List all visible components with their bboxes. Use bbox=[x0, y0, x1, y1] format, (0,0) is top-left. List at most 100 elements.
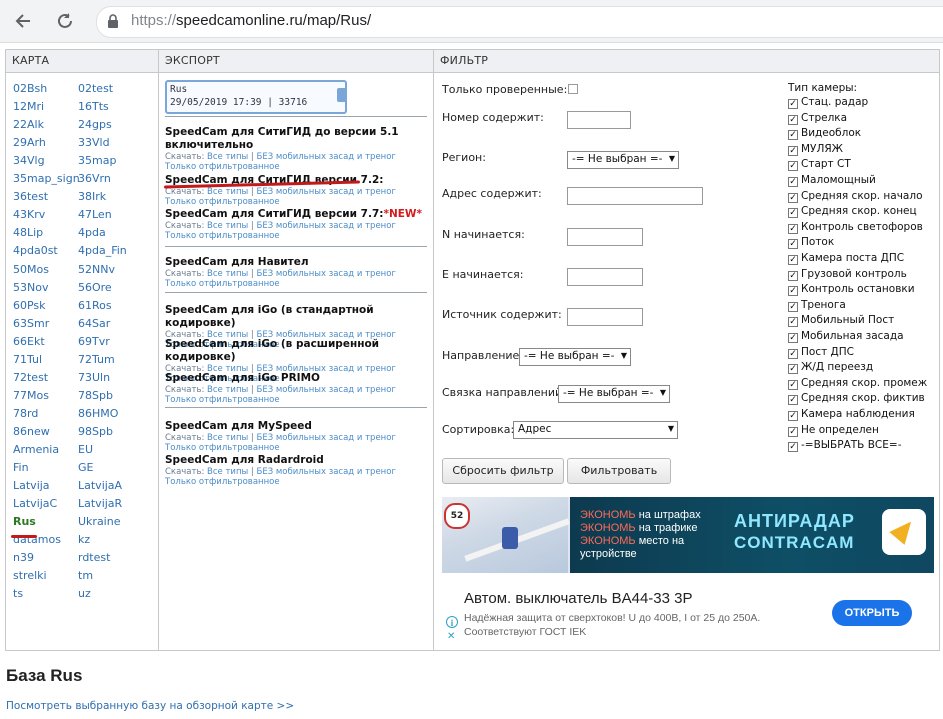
map-link[interactable]: 72test bbox=[13, 371, 48, 384]
filtered-only-link[interactable]: Только отфильтрованное bbox=[165, 197, 280, 207]
map-link[interactable]: 33Vld bbox=[78, 136, 110, 149]
map-link[interactable]: 66Ekt bbox=[13, 335, 45, 348]
camera-type-option[interactable]: ✓ Не определен bbox=[788, 424, 879, 437]
sort-select[interactable]: Адрес bbox=[513, 421, 678, 439]
map-link[interactable]: 63Smr bbox=[13, 317, 49, 330]
map-link[interactable]: 86new bbox=[13, 425, 50, 438]
map-link[interactable]: 56Ore bbox=[78, 281, 112, 294]
camera-type-option[interactable]: ✓ -=ВЫБРАТЬ ВСЕ=- bbox=[788, 439, 901, 452]
map-link[interactable]: 12Mri bbox=[13, 100, 44, 113]
map-link[interactable]: 61Ros bbox=[78, 299, 112, 312]
camera-type-option[interactable]: ✓ Маломощный bbox=[788, 174, 876, 187]
checkmark-icon[interactable]: ✓ bbox=[788, 349, 798, 359]
map-link[interactable]: Ukraine bbox=[78, 515, 120, 528]
map-link[interactable]: Fin bbox=[13, 461, 29, 474]
address-bar[interactable]: https://speedcamonline.ru/map/Rus/ bbox=[96, 6, 943, 38]
checkmark-icon[interactable]: ✓ bbox=[788, 333, 798, 343]
camera-type-option[interactable]: ✓ Грузовой контроль bbox=[788, 268, 907, 281]
camera-type-option[interactable]: ✓ Средняя скор. начало bbox=[788, 190, 923, 203]
filtered-only-link[interactable]: Только отфильтрованное bbox=[165, 231, 280, 241]
map-link[interactable]: rdtest bbox=[78, 551, 110, 564]
map-link[interactable]: kz bbox=[78, 533, 90, 546]
all-types-link[interactable]: Все типы bbox=[207, 385, 248, 395]
map-link[interactable]: 47Len bbox=[78, 208, 112, 221]
map-link[interactable]: 4pda bbox=[78, 226, 106, 239]
reset-filter-button[interactable]: Сбросить фильтр bbox=[442, 458, 564, 484]
camera-type-option[interactable]: ✓ Камера наблюдения bbox=[788, 408, 915, 421]
map-link[interactable]: LatvijaC bbox=[13, 497, 57, 510]
checkmark-icon[interactable]: ✓ bbox=[788, 302, 798, 312]
checkmark-icon[interactable]: ✓ bbox=[788, 193, 798, 203]
no-mobile-link[interactable]: БЕЗ мобильных засад и треног bbox=[257, 152, 396, 162]
all-types-link[interactable]: Все типы bbox=[207, 187, 248, 197]
map-link[interactable]: 02Bsh bbox=[13, 82, 47, 95]
map-link[interactable]: Latvija bbox=[13, 479, 50, 492]
camera-type-option[interactable]: ✓ Средняя скор. фиктив bbox=[788, 392, 925, 405]
map-link[interactable]: 48Lip bbox=[13, 226, 43, 239]
close-icon[interactable]: ✕ bbox=[447, 631, 455, 642]
apply-filter-button[interactable]: Фильтровать bbox=[567, 458, 671, 484]
map-link[interactable]: 38Irk bbox=[78, 190, 106, 203]
camera-type-option[interactable]: ✓ Средняя скор. конец bbox=[788, 205, 917, 218]
map-link[interactable]: Rus bbox=[13, 515, 36, 528]
map-link[interactable]: strelki bbox=[13, 569, 47, 582]
checkmark-icon[interactable]: ✓ bbox=[788, 427, 798, 437]
checkmark-icon[interactable]: ✓ bbox=[788, 99, 798, 109]
map-link[interactable]: 35map bbox=[78, 154, 116, 167]
camera-type-option[interactable]: ✓ Мобильный Пост bbox=[788, 314, 894, 327]
map-link[interactable]: LatvijaR bbox=[78, 497, 122, 510]
filtered-only-link[interactable]: Только отфильтрованное bbox=[165, 443, 280, 453]
checkmark-icon[interactable]: ✓ bbox=[788, 208, 798, 218]
checkmark-icon[interactable]: ✓ bbox=[788, 239, 798, 249]
no-mobile-link[interactable]: БЕЗ мобильных засад и треног bbox=[257, 385, 396, 395]
map-link[interactable]: 72Tum bbox=[78, 353, 115, 366]
map-link[interactable]: n39 bbox=[13, 551, 34, 564]
checkmark-icon[interactable]: ✓ bbox=[788, 364, 798, 374]
map-link[interactable]: 71Tul bbox=[13, 353, 42, 366]
map-link[interactable]: 78Spb bbox=[78, 389, 113, 402]
map-link[interactable]: 53Nov bbox=[13, 281, 48, 294]
map-link[interactable]: 36Vrn bbox=[78, 172, 111, 185]
address-input[interactable] bbox=[567, 187, 703, 205]
reload-icon[interactable] bbox=[52, 8, 78, 34]
only-verified-checkbox[interactable] bbox=[568, 84, 578, 94]
camera-type-option[interactable]: ✓ Средняя скор. промеж bbox=[788, 377, 927, 390]
overview-map-link[interactable]: Посмотреть выбранную базу на обзорной ка… bbox=[6, 700, 294, 712]
map-link[interactable]: 52NNv bbox=[78, 263, 115, 276]
map-link[interactable]: 29Arh bbox=[13, 136, 46, 149]
checkmark-icon[interactable]: ✓ bbox=[788, 442, 798, 452]
camera-type-option[interactable]: ✓ Старт СТ bbox=[788, 158, 851, 171]
filtered-only-link[interactable]: Только отфильтрованное bbox=[165, 395, 280, 405]
antiradar-banner[interactable]: 52 ЭКОНОМЬ на штрафах ЭКОНОМЬ на трафике… bbox=[442, 497, 934, 573]
checkmark-icon[interactable]: ✓ bbox=[788, 380, 798, 390]
map-link[interactable]: ts bbox=[13, 587, 23, 600]
number-input[interactable] bbox=[567, 111, 631, 129]
map-link[interactable]: 36test bbox=[13, 190, 48, 203]
checkmark-icon[interactable]: ✓ bbox=[788, 286, 798, 296]
map-link[interactable]: Armenia bbox=[13, 443, 59, 456]
no-mobile-link[interactable]: БЕЗ мобильных засад и треног bbox=[257, 269, 396, 279]
map-link[interactable]: 73Uln bbox=[78, 371, 110, 384]
filtered-only-link[interactable]: Только отфильтрованное bbox=[165, 162, 280, 172]
direction-select[interactable]: -= Не выбран =- bbox=[519, 348, 631, 366]
filtered-only-link[interactable]: Только отфильтрованное bbox=[165, 477, 280, 487]
n-input[interactable] bbox=[567, 228, 643, 246]
camera-type-option[interactable]: ✓ Тренога bbox=[788, 299, 846, 312]
checkmark-icon[interactable]: ✓ bbox=[788, 224, 798, 234]
map-link[interactable]: 4pda_Fin bbox=[78, 244, 127, 257]
map-link[interactable]: uz bbox=[78, 587, 91, 600]
map-link[interactable]: 43Krv bbox=[13, 208, 45, 221]
camera-type-option[interactable]: ✓ Пост ДПС bbox=[788, 346, 854, 359]
map-link[interactable]: 50Mos bbox=[13, 263, 49, 276]
all-types-link[interactable]: Все типы bbox=[207, 221, 248, 231]
map-link[interactable]: 86HMO bbox=[78, 407, 118, 420]
map-link[interactable]: GE bbox=[78, 461, 93, 474]
checkmark-icon[interactable]: ✓ bbox=[788, 146, 798, 156]
camera-type-option[interactable]: ✓ Видеоблок bbox=[788, 127, 861, 140]
source-input[interactable] bbox=[567, 308, 643, 326]
map-link[interactable]: 24gps bbox=[78, 118, 112, 131]
checkmark-icon[interactable]: ✓ bbox=[788, 177, 798, 187]
camera-type-option[interactable]: ✓ МУЛЯЖ bbox=[788, 143, 843, 156]
map-link[interactable]: 60Psk bbox=[13, 299, 46, 312]
checkmark-icon[interactable]: ✓ bbox=[788, 255, 798, 265]
